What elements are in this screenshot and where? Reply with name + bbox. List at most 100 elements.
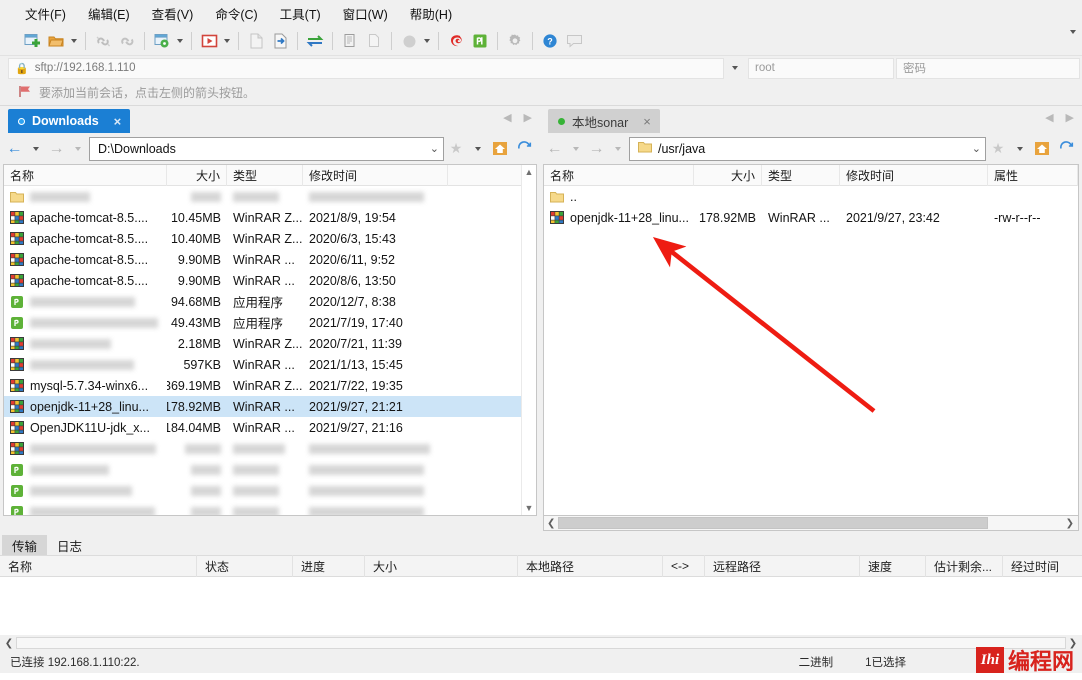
- col-header-size[interactable]: 大小: [167, 165, 227, 186]
- xcol-remotepath[interactable]: 远程路径: [705, 555, 860, 577]
- refresh-icon[interactable]: [513, 138, 535, 160]
- xcol-elapsed[interactable]: 经过时间: [1003, 555, 1082, 577]
- bookmark-star-icon[interactable]: ★: [446, 138, 466, 160]
- back-dropdown[interactable]: [566, 138, 585, 160]
- xcol-progress[interactable]: 进度: [293, 555, 365, 577]
- table-row[interactable]: mysql-5.7.34-winx6... 369.19MB WinRAR Z...…: [4, 375, 536, 396]
- home-icon[interactable]: [1031, 138, 1053, 160]
- preferences-gear-icon[interactable]: [503, 30, 527, 53]
- col-header-size[interactable]: 大小: [694, 165, 762, 186]
- session-settings-dropdown[interactable]: [174, 30, 186, 53]
- col-header-name[interactable]: 名称: [4, 165, 167, 186]
- session-settings-icon[interactable]: [150, 30, 174, 53]
- transfer-horizontal-scrollbar[interactable]: ❮ ❯: [0, 635, 1082, 651]
- open-folder-dropdown[interactable]: [68, 30, 80, 53]
- table-row[interactable]: 2.18MB WinRAR Z... 2020/7/21, 11:39: [4, 333, 536, 354]
- password-input[interactable]: 密码: [896, 57, 1080, 79]
- col-header-mtime[interactable]: 修改时间: [303, 165, 448, 186]
- xcol-localpath[interactable]: 本地路径: [518, 555, 663, 577]
- table-row[interactable]: [4, 459, 536, 480]
- table-row[interactable]: openjdk-11+28_linu... 178.92MB WinRAR ... 2…: [544, 207, 1078, 228]
- table-row[interactable]: apache-tomcat-8.5.... 10.45MB WinRAR Z... 2…: [4, 207, 536, 228]
- table-row[interactable]: 597KB WinRAR ... 2021/1/13, 15:45: [4, 354, 536, 375]
- col-header-attr[interactable]: 属性: [988, 165, 1078, 186]
- botscroll-track[interactable]: [16, 637, 1066, 649]
- home-icon[interactable]: [489, 138, 511, 160]
- globe-dropdown[interactable]: [421, 30, 433, 53]
- new-session-icon[interactable]: [20, 30, 44, 53]
- table-row[interactable]: ..: [544, 186, 1078, 207]
- refresh-icon[interactable]: [1055, 138, 1077, 160]
- scroll-down-icon[interactable]: ▼: [525, 503, 534, 513]
- menu-window[interactable]: 窗口(W): [332, 0, 399, 27]
- menu-view[interactable]: 查看(V): [141, 0, 205, 27]
- hscroll-thumb[interactable]: [558, 517, 989, 529]
- menu-tools[interactable]: 工具(T): [269, 0, 332, 27]
- local-path-input[interactable]: D:\Downloads ⌄: [89, 136, 444, 161]
- bookmark-star-icon[interactable]: ★: [988, 138, 1008, 160]
- path-chevron-down-icon[interactable]: ⌄: [430, 142, 439, 155]
- menu-edit[interactable]: 编辑(E): [77, 0, 141, 27]
- table-row[interactable]: apache-tomcat-8.5.... 10.40MB WinRAR Z... 2…: [4, 228, 536, 249]
- session-url-input[interactable]: 🔒 sftp://192.168.1.110: [8, 57, 724, 79]
- tab-downloads[interactable]: Downloads ×: [8, 109, 131, 133]
- tab-scroll-left-icon[interactable]: ◀: [503, 111, 511, 124]
- tab-scroll-left-icon[interactable]: ◀: [1045, 111, 1053, 124]
- table-row[interactable]: 94.68MB 应用程序 2020/12/7, 8:38: [4, 291, 536, 312]
- back-dropdown[interactable]: [26, 138, 45, 160]
- back-button[interactable]: ←: [5, 138, 24, 160]
- path-chevron-down-icon[interactable]: ⌄: [972, 142, 981, 155]
- hscroll-right-icon[interactable]: ❯: [1062, 518, 1078, 529]
- xcol-name[interactable]: 名称: [0, 555, 197, 577]
- xcol-status[interactable]: 状态: [197, 555, 293, 577]
- xcol-direction[interactable]: <->: [663, 555, 705, 577]
- table-row[interactable]: apache-tomcat-8.5.... 9.90MB WinRAR ... 202…: [4, 249, 536, 270]
- col-header-type[interactable]: 类型: [227, 165, 303, 186]
- menu-command[interactable]: 命令(C): [204, 0, 268, 27]
- username-input[interactable]: root: [748, 57, 894, 79]
- col-header-name[interactable]: 名称: [544, 165, 694, 186]
- tab-scroll-right-icon[interactable]: ▶: [524, 111, 532, 124]
- table-row[interactable]: [4, 186, 536, 207]
- xcol-size[interactable]: 大小: [365, 555, 518, 577]
- tab-close-icon[interactable]: ×: [643, 114, 651, 129]
- table-row[interactable]: OpenJDK11U-jdk_x... 184.04MB WinRAR ... 202…: [4, 417, 536, 438]
- bookmark-dropdown[interactable]: [468, 138, 487, 160]
- bookmark-dropdown[interactable]: [1010, 138, 1029, 160]
- menu-file[interactable]: 文件(F): [14, 0, 77, 27]
- forward-button[interactable]: →: [47, 138, 66, 160]
- session-url-dropdown[interactable]: [724, 57, 746, 79]
- transfer-list-body[interactable]: [0, 577, 1082, 635]
- remote-path-input[interactable]: /usr/java ⌄: [629, 136, 986, 161]
- remote-horizontal-scrollbar[interactable]: ❮ ❯: [543, 516, 1079, 531]
- winscp-icon[interactable]: [444, 30, 468, 53]
- run-script-dropdown[interactable]: [221, 30, 233, 53]
- local-file-list[interactable]: 名称 大小 类型 修改时间 apache-tomcat-8.5.... 10.45…: [3, 164, 537, 516]
- col-header-mtime[interactable]: 修改时间: [840, 165, 988, 186]
- table-row[interactable]: 49.43MB 应用程序 2021/7/19, 17:40: [4, 312, 536, 333]
- transfer-file-icon[interactable]: [268, 30, 292, 53]
- putty-icon[interactable]: [468, 30, 492, 53]
- tab-log[interactable]: 日志: [47, 535, 93, 555]
- table-row[interactable]: openjdk-11+28_linu... 178.92MB WinRAR ... 2…: [4, 396, 536, 417]
- botscroll-left-icon[interactable]: ❮: [2, 638, 16, 649]
- xcol-eta[interactable]: 估计剩余...: [926, 555, 1003, 577]
- forward-dropdown[interactable]: [608, 138, 627, 160]
- menu-help[interactable]: 帮助(H): [399, 0, 463, 27]
- run-script-icon[interactable]: [197, 30, 221, 53]
- local-vertical-scrollbar[interactable]: ▲ ▼: [521, 165, 536, 515]
- scroll-up-icon[interactable]: ▲: [525, 167, 534, 177]
- remote-file-list[interactable]: 名称 大小 类型 修改时间 属性 .. openjdk-11+28_linu...…: [543, 164, 1079, 516]
- table-row[interactable]: [4, 438, 536, 459]
- hscroll-left-icon[interactable]: ❮: [544, 518, 558, 529]
- table-row[interactable]: apache-tomcat-8.5.... 9.90MB WinRAR ... 202…: [4, 270, 536, 291]
- status-transfer-mode[interactable]: 二进制: [783, 654, 850, 670]
- table-row[interactable]: [4, 501, 536, 515]
- help-icon[interactable]: ?: [538, 30, 562, 53]
- tab-close-icon[interactable]: ×: [114, 114, 122, 129]
- table-row[interactable]: [4, 480, 536, 501]
- col-header-type[interactable]: 类型: [762, 165, 840, 186]
- xcol-speed[interactable]: 速度: [860, 555, 926, 577]
- tab-transfers[interactable]: 传输: [2, 535, 48, 555]
- forward-button[interactable]: →: [587, 138, 606, 160]
